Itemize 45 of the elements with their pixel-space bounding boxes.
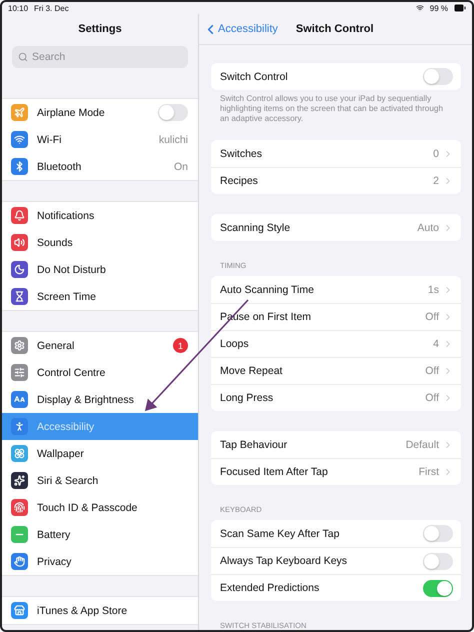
wifi-icon: [416, 4, 424, 12]
notification-badge: 1: [173, 338, 188, 353]
sidebar-title: Settings: [78, 23, 122, 35]
toggle-switch[interactable]: [423, 525, 453, 542]
sidebar-item[interactable]: Notifications: [2, 202, 198, 229]
sidebar-item[interactable]: Do Not Disturb: [2, 256, 198, 283]
sidebar-item[interactable]: Wallpaper: [2, 440, 198, 467]
settings-row[interactable]: Scanning Style Auto: [211, 214, 461, 241]
settings-row[interactable]: Extended Predictions: [211, 574, 461, 601]
settings-row[interactable]: Switches 0: [211, 140, 461, 167]
sidebar-item[interactable]: Sounds: [2, 229, 198, 256]
status-time: 10:10: [8, 4, 28, 12]
sidebar-item[interactable]: Display & Brightness: [2, 386, 198, 413]
sidebar-item[interactable]: Bluetooth On: [2, 153, 198, 180]
search-icon: [18, 52, 28, 62]
status-date: Fri 3. Dec: [34, 4, 69, 12]
settings-row[interactable]: Move Repeat Off: [211, 357, 461, 384]
settings-row[interactable]: Recipes 2: [211, 167, 461, 194]
sidebar-item[interactable]: Touch ID & Passcode: [2, 494, 198, 521]
settings-row[interactable]: Auto Scanning Time 1s: [211, 276, 461, 303]
sidebar-item[interactable]: Screen Time: [2, 283, 198, 310]
settings-row[interactable]: Loops 4: [211, 330, 461, 357]
settings-row[interactable]: Always Tap Keyboard Keys: [211, 547, 461, 574]
sidebar-item[interactable]: Battery: [2, 521, 198, 548]
toggle-switch[interactable]: [158, 104, 188, 121]
sidebar-item[interactable]: Privacy: [2, 548, 198, 575]
settings-row[interactable]: Tap Behaviour Default: [211, 431, 461, 458]
settings-row[interactable]: Long Press Off: [211, 384, 461, 411]
battery-level: 99 %: [430, 4, 448, 12]
page-title: Switch Control: [296, 23, 374, 35]
sidebar-item[interactable]: iTunes & App Store: [2, 597, 198, 624]
toggle-switch[interactable]: [423, 68, 453, 85]
battery-icon: [454, 2, 466, 14]
sidebar-item[interactable]: Airplane Mode: [2, 99, 198, 126]
toggle-switch[interactable]: [423, 580, 453, 596]
sidebar-item[interactable]: Siri & Search: [2, 467, 198, 494]
settings-row[interactable]: Focused Item After Tap First: [211, 458, 461, 485]
toggle-switch[interactable]: [423, 552, 453, 570]
back-link[interactable]: Accessibility: [203, 22, 278, 36]
sidebar-item[interactable]: Control Centre: [2, 359, 198, 386]
description-text: Switch Control allows you to use your iPad by sequentially highlighting items on the screen that can be activated through an adaptive accessory.: [220, 94, 444, 124]
sidebar-item[interactable]: Wi-Fi kulichi: [2, 126, 198, 153]
settings-row[interactable]: Scan Same Key After Tap: [211, 520, 461, 547]
settings-row[interactable]: Switch Control: [211, 63, 461, 90]
sidebar-item[interactable]: General 1: [2, 332, 198, 359]
